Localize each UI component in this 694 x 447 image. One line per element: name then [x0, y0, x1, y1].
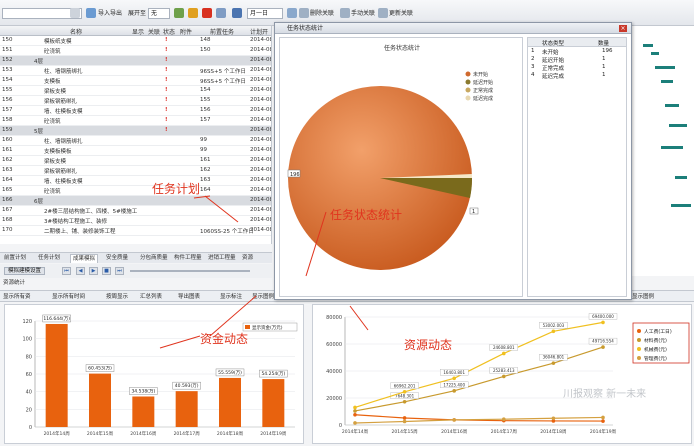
- arrow-line: [204, 195, 239, 223]
- project-management-app: 导入导出 展开至 无 月一日 删除关联 手动关联 更新关联 名称 显示 关联 状…: [0, 0, 694, 446]
- arrow-line: [349, 305, 369, 331]
- arrow-line: [305, 211, 327, 277]
- arrow-line: [209, 295, 257, 337]
- annotation-arrows: [159, 195, 369, 349]
- arrow-line: [159, 335, 201, 349]
